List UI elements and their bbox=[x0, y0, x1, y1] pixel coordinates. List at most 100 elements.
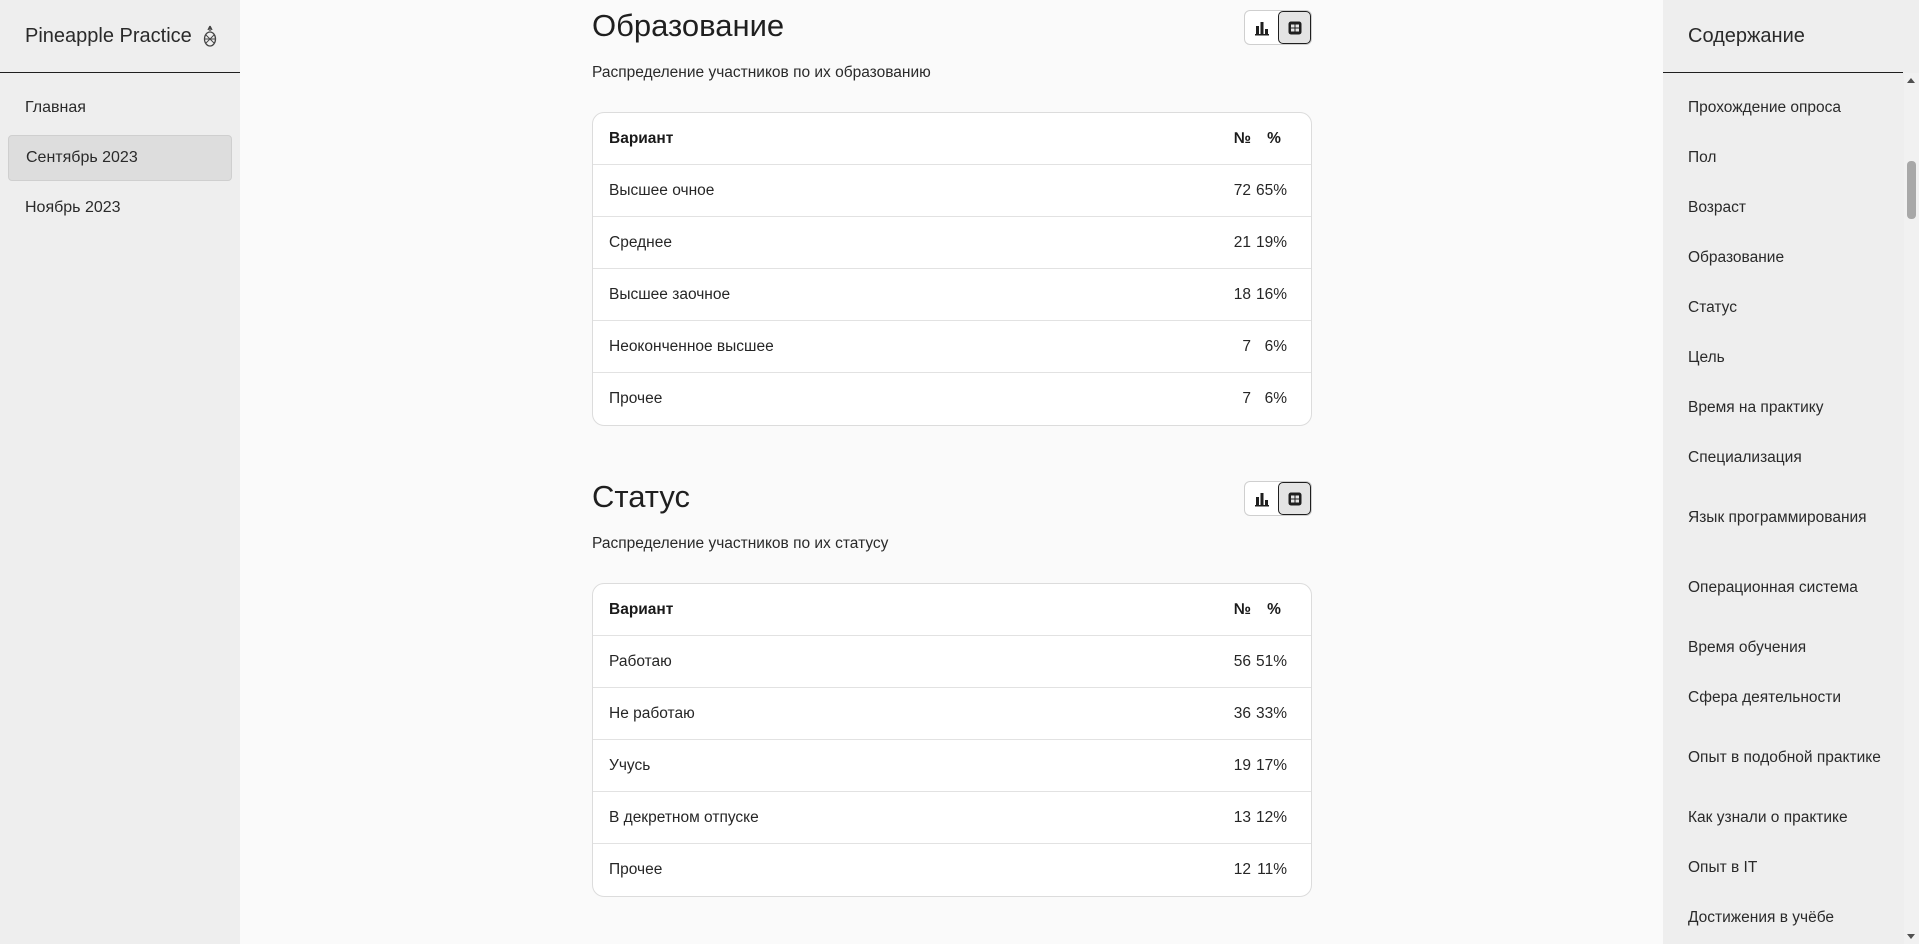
nav-item-september-2023[interactable]: Сентябрь 2023 bbox=[8, 135, 232, 181]
cell-option: Работаю bbox=[609, 652, 672, 670]
section-header: Статус bbox=[592, 471, 1312, 525]
cell-pct: 19% bbox=[1255, 233, 1287, 251]
section-subtitle: Распределение участников по их статусу bbox=[592, 535, 889, 552]
toc-header: Содержание bbox=[1663, 0, 1903, 73]
toc-item[interactable]: Цель bbox=[1663, 333, 1893, 383]
table-row: Не работаю 36 33% bbox=[593, 688, 1311, 740]
view-toggle bbox=[1244, 481, 1312, 516]
table-header-row: Вариант № % bbox=[593, 113, 1311, 165]
table-row: Высшее заочное 18 16% bbox=[593, 269, 1311, 321]
nav-item-label: Сентябрь 2023 bbox=[26, 149, 138, 166]
toc-item[interactable]: Опыт в подобной практике bbox=[1663, 723, 1893, 793]
chart-view-button[interactable] bbox=[1245, 11, 1278, 44]
bar-chart-icon bbox=[1254, 21, 1269, 35]
table-icon bbox=[1288, 21, 1301, 34]
toc-item[interactable]: Образование bbox=[1663, 233, 1893, 283]
cell-num: 21 bbox=[1233, 233, 1251, 251]
cell-pct: 16% bbox=[1255, 285, 1287, 303]
toc-item[interactable]: Статус bbox=[1663, 283, 1893, 333]
scroll-thumb[interactable] bbox=[1907, 161, 1916, 219]
toc-item[interactable]: Специализация bbox=[1663, 433, 1893, 483]
cell-pct: 6% bbox=[1264, 337, 1287, 355]
main-nav: Главная Сентябрь 2023 Ноябрь 2023 bbox=[0, 73, 240, 231]
table-of-contents: Содержание Прохождение опроса Пол Возрас… bbox=[1663, 0, 1919, 944]
nav-item-label: Главная bbox=[25, 99, 86, 116]
toc-item[interactable]: Время обучения bbox=[1663, 623, 1893, 673]
column-header-option: Вариант bbox=[609, 129, 674, 147]
cell-option: Прочее bbox=[609, 390, 663, 407]
toc-item[interactable]: Достижения в учёбе bbox=[1663, 893, 1893, 943]
toc-item[interactable]: Язык программирования bbox=[1663, 483, 1893, 553]
cell-num: 36 bbox=[1233, 704, 1251, 722]
data-table: Вариант № % Работаю 56 51% Не работаю 36… bbox=[592, 583, 1312, 897]
bar-chart-icon bbox=[1254, 492, 1269, 506]
toc-list: Прохождение опроса Пол Возраст Образован… bbox=[1663, 73, 1893, 943]
nav-item-november-2023[interactable]: Ноябрь 2023 bbox=[8, 185, 232, 231]
toc-item[interactable]: Как узнали о практике bbox=[1663, 793, 1893, 843]
table-view-button[interactable] bbox=[1278, 11, 1311, 44]
toc-title: Содержание bbox=[1688, 24, 1805, 47]
toc-item[interactable]: Опыт в IT bbox=[1663, 843, 1893, 893]
chart-view-button[interactable] bbox=[1245, 482, 1278, 515]
pineapple-icon bbox=[202, 25, 218, 47]
cell-option: Высшее заочное bbox=[609, 285, 731, 303]
section-subtitle: Распределение участников по их образован… bbox=[592, 64, 931, 81]
cell-option: Неоконченное высшее bbox=[609, 337, 774, 355]
cell-option: Прочее bbox=[609, 861, 663, 878]
cell-option: Не работаю bbox=[609, 704, 695, 722]
cell-num: 13 bbox=[1233, 808, 1251, 826]
section-education: Образование Распределение участников по … bbox=[592, 0, 1312, 426]
cell-num: 56 bbox=[1233, 652, 1251, 670]
table-view-button[interactable] bbox=[1278, 482, 1311, 515]
cell-num: 72 bbox=[1233, 181, 1251, 199]
cell-pct: 51% bbox=[1255, 652, 1287, 670]
nav-item-home[interactable]: Главная bbox=[8, 85, 232, 131]
column-header-option: Вариант bbox=[609, 600, 674, 618]
cell-num: 18 bbox=[1233, 285, 1251, 303]
toc-item[interactable]: Сфера деятельности bbox=[1663, 673, 1893, 723]
cell-option: Среднее bbox=[609, 233, 672, 251]
view-toggle bbox=[1244, 10, 1312, 45]
cell-pct: 12% bbox=[1255, 808, 1287, 826]
section-header: Образование bbox=[592, 0, 1312, 54]
table-row: Среднее 21 19% bbox=[593, 217, 1311, 269]
scroll-down-icon[interactable] bbox=[1907, 934, 1915, 939]
section-title: Образование bbox=[592, 8, 785, 43]
toc-scrollbar[interactable] bbox=[1904, 73, 1919, 944]
table-header-row: Вариант № % bbox=[593, 584, 1311, 636]
cell-pct: 17% bbox=[1255, 756, 1287, 774]
cell-num: 7 bbox=[1242, 337, 1251, 355]
cell-pct: 6% bbox=[1264, 390, 1287, 407]
table-row: Неоконченное высшее 7 6% bbox=[593, 321, 1311, 373]
section-title: Статус bbox=[592, 479, 690, 514]
cell-option: Высшее очное bbox=[609, 181, 715, 199]
table-row: Учусь 19 17% bbox=[593, 740, 1311, 792]
nav-item-label: Ноябрь 2023 bbox=[25, 199, 121, 216]
column-header-num: № bbox=[1233, 129, 1251, 147]
section-status: Статус Распределение участников по их ст… bbox=[592, 471, 1312, 897]
column-header-pct: % bbox=[1267, 600, 1281, 618]
toc-item[interactable]: Операционная система bbox=[1663, 553, 1893, 623]
brand[interactable]: Pineapple Practice bbox=[0, 0, 240, 73]
column-header-pct: % bbox=[1267, 129, 1281, 147]
main-content: Образование Распределение участников по … bbox=[240, 0, 1663, 944]
cell-option: В декретном отпуске bbox=[609, 808, 759, 826]
toc-item[interactable]: Прохождение опроса bbox=[1663, 83, 1893, 133]
cell-pct: 65% bbox=[1255, 181, 1287, 199]
table-row: Прочее 7 6% bbox=[593, 373, 1311, 425]
toc-item[interactable]: Время на практику bbox=[1663, 383, 1893, 433]
table-row: Работаю 56 51% bbox=[593, 636, 1311, 688]
cell-num: 12 bbox=[1233, 861, 1251, 878]
cell-pct: 11% bbox=[1257, 861, 1287, 878]
scroll-up-icon[interactable] bbox=[1907, 78, 1915, 83]
cell-option: Учусь bbox=[609, 756, 651, 774]
table-icon bbox=[1288, 492, 1301, 505]
toc-item[interactable]: Пол bbox=[1663, 133, 1893, 183]
column-header-num: № bbox=[1233, 600, 1251, 618]
table-row: Прочее 12 11% bbox=[593, 844, 1311, 896]
brand-name: Pineapple Practice bbox=[25, 24, 192, 47]
toc-item[interactable]: Возраст bbox=[1663, 183, 1893, 233]
cell-num: 7 bbox=[1242, 390, 1251, 407]
cell-num: 19 bbox=[1233, 756, 1251, 774]
table-row: Высшее очное 72 65% bbox=[593, 165, 1311, 217]
